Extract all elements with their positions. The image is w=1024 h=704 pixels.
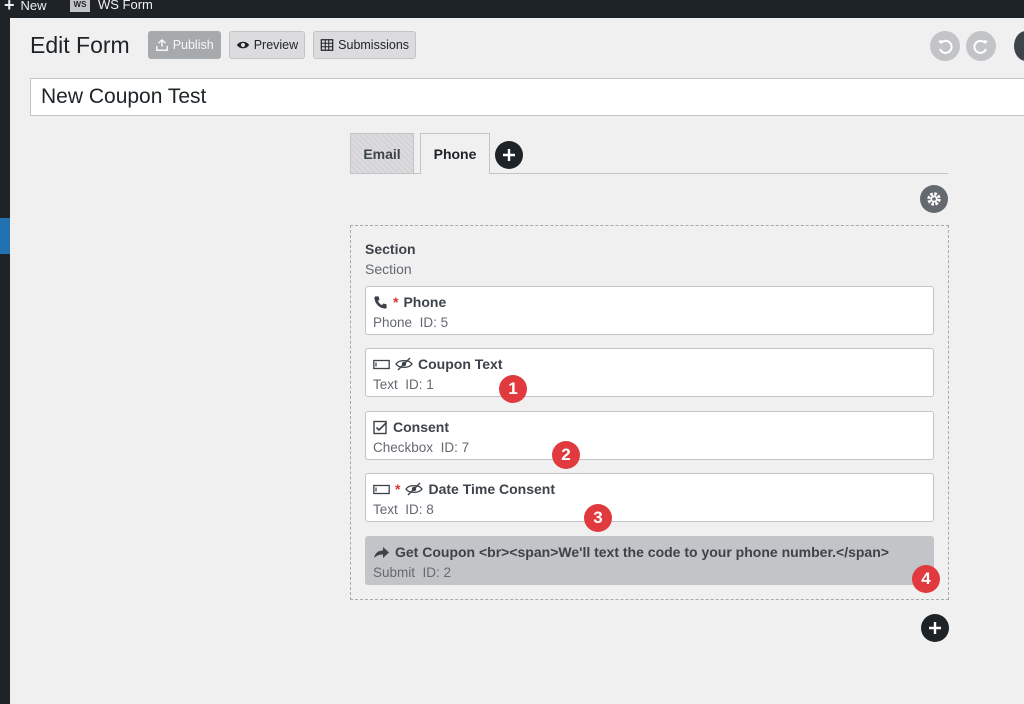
annotation-marker-2: 2 — [552, 441, 580, 469]
hidden-eye-icon — [405, 482, 424, 496]
form-title-input[interactable]: New Coupon Test — [30, 78, 1024, 116]
annotation-marker-1: 1 — [499, 375, 527, 403]
upload-icon — [155, 38, 169, 52]
phone-icon — [373, 295, 388, 310]
field-id: ID: 1 — [405, 377, 434, 392]
redo-icon — [972, 37, 990, 55]
add-section-button[interactable] — [921, 614, 949, 642]
page-title: Edit Form — [30, 31, 130, 58]
field-type: Submit — [373, 565, 416, 580]
undo-button[interactable] — [930, 31, 960, 61]
field-label: Date Time Consent — [428, 481, 555, 497]
field-label: Phone — [403, 294, 447, 310]
field-type: Phone — [373, 315, 413, 330]
admin-bar-new-label: New — [20, 0, 47, 13]
submissions-button[interactable]: Submissions — [313, 31, 417, 59]
field-label: Coupon Text — [418, 356, 503, 372]
admin-bar-new[interactable]: + New — [4, 0, 47, 14]
redo-button[interactable] — [966, 31, 996, 61]
field-label: Get Coupon <br><span>We'll text the code… — [395, 544, 889, 560]
submissions-label: Submissions — [338, 38, 410, 52]
plus-icon: + — [4, 0, 15, 15]
annotation-marker-4: 4 — [912, 565, 940, 593]
checkbox-icon — [373, 420, 388, 435]
tab-phone[interactable]: Phone — [420, 133, 490, 174]
admin-menu-active-item[interactable] — [0, 218, 10, 254]
field-submit[interactable]: Get Coupon <br><span>We'll text the code… — [365, 536, 934, 585]
editor-header: Edit Form Publish Preview Submissions — [30, 30, 417, 60]
section-title: Section — [365, 241, 416, 257]
field-type: Text — [373, 377, 398, 392]
preview-button[interactable]: Preview — [228, 31, 306, 59]
plus-icon — [928, 621, 942, 635]
eye-icon — [236, 38, 250, 52]
field-type: Checkbox — [373, 440, 434, 455]
gear-icon — [925, 190, 943, 208]
tab-settings-button[interactable] — [920, 185, 948, 213]
annotation-marker-3: 3 — [584, 504, 612, 532]
preview-label: Preview — [253, 38, 299, 52]
undo-icon — [936, 37, 954, 55]
tab-email[interactable]: Email — [350, 133, 414, 173]
field-coupon-text[interactable]: Coupon Text Text ID: 1 — [365, 348, 934, 397]
field-date-time-consent[interactable]: * Date Time Consent Text ID: 8 — [365, 473, 934, 522]
share-arrow-icon — [373, 546, 390, 559]
text-input-icon — [373, 359, 390, 370]
admin-bar-ws-form-label: WS Form — [98, 0, 153, 12]
more-options-button[interactable] — [1014, 31, 1024, 61]
required-asterisk: * — [393, 294, 399, 310]
field-label: Consent — [393, 419, 449, 435]
field-id: ID: 5 — [419, 315, 449, 330]
field-id: ID: 2 — [422, 565, 452, 580]
section-subtitle: Section — [365, 261, 412, 277]
undo-redo-group — [930, 31, 996, 61]
table-icon — [320, 38, 334, 52]
text-input-icon — [373, 484, 390, 495]
form-section[interactable]: Section Section * Phone Phone ID: 5 Coup… — [350, 225, 949, 600]
publish-button[interactable]: Publish — [147, 31, 221, 59]
form-tabs: Email Phone — [350, 133, 948, 174]
admin-bar-ws-form[interactable]: WS WS Form — [70, 0, 153, 12]
field-id: ID: 8 — [405, 502, 434, 517]
admin-bar: + New WS WS Form — [0, 0, 1024, 18]
field-id: ID: 7 — [440, 440, 470, 455]
hidden-eye-icon — [395, 357, 413, 371]
field-consent[interactable]: Consent Checkbox ID: 7 — [365, 411, 934, 460]
required-asterisk: * — [395, 481, 401, 497]
add-tab-button[interactable] — [495, 141, 523, 169]
publish-label: Publish — [172, 38, 214, 52]
field-type: Text — [373, 502, 398, 517]
admin-menu — [0, 18, 10, 704]
ws-form-logo-icon: WS — [70, 0, 90, 12]
field-phone[interactable]: * Phone Phone ID: 5 — [365, 286, 934, 335]
plus-icon — [502, 148, 516, 162]
